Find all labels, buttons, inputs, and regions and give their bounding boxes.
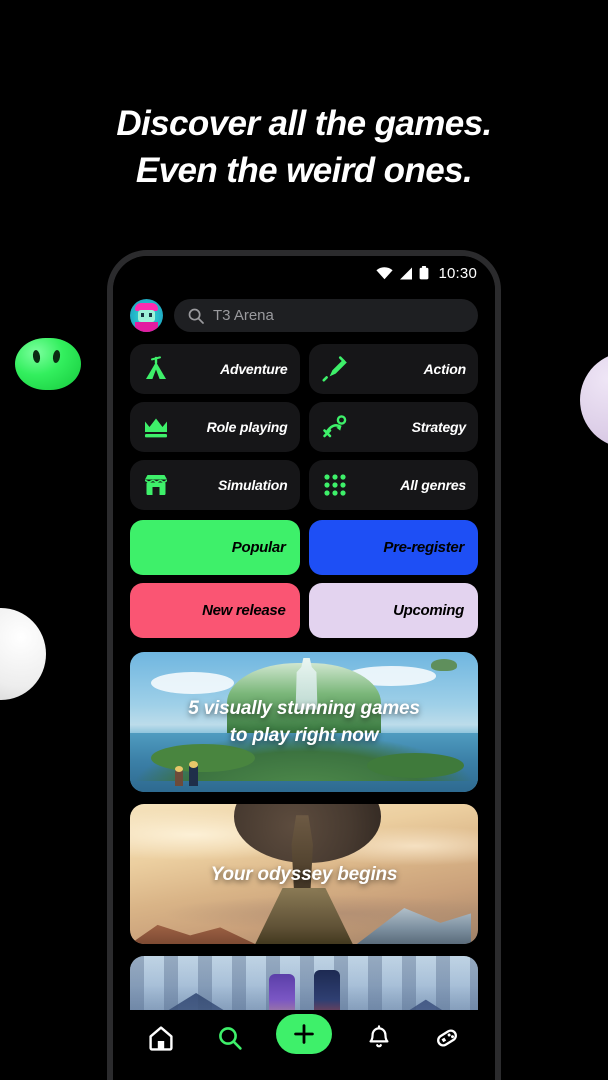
white-sphere [0,608,46,700]
genre-grid: Adventure Action Role playing Strategy S… [113,332,495,510]
add-icon [294,1024,314,1044]
nav-item-notifications[interactable] [357,1018,401,1058]
banner-text: Your odyssey begins [195,861,414,888]
avatar[interactable] [130,299,163,332]
banner-card-stunning-games[interactable]: 5 visually stunning games to play right … [130,652,478,792]
headline-line-1: Discover all the games. [116,104,492,143]
genre-label: Strategy [411,419,467,435]
genre-label: Adventure [220,361,288,377]
genre-item-simulation[interactable]: Simulation [130,460,300,510]
avatar-eye-left [141,313,144,317]
genre-item-adventure[interactable]: Adventure [130,344,300,394]
filter-label: Popular [231,539,286,556]
avatar-eye-right [149,313,152,317]
nav-item-home[interactable] [139,1018,183,1058]
status-clock: 10:30 [438,264,477,282]
banner-list: 5 visually stunning games to play right … [113,638,495,1030]
wifi-icon [376,266,394,279]
shop-icon [144,475,168,495]
genre-label: Simulation [217,477,288,493]
bottom-navigation [113,1010,495,1080]
banner-art-floating-island [431,659,458,671]
sword-icon [322,356,347,382]
genre-item-role-playing[interactable]: Role playing [130,402,300,452]
genre-item-strategy[interactable]: Strategy [308,402,478,452]
filter-popular[interactable]: Popular [130,520,300,575]
green-blob-character [15,338,81,390]
search-row: T3 Arena [113,290,495,332]
banner-line-2: to play right now [229,725,379,746]
promo-screenshot: Discover all the games. Even the weird o… [0,0,608,1080]
signal-icon [400,267,413,279]
search-query-text: T3 Arena [213,307,274,324]
gamepad-icon [437,1029,457,1047]
lavender-sphere [580,352,608,448]
add-button[interactable] [276,1014,332,1054]
genre-label: All genres [400,477,466,493]
tent-icon [146,356,166,379]
status-bar: 10:30 [113,256,495,290]
genre-label: Action [423,361,467,377]
blob-eye-left [32,349,41,364]
search-input[interactable]: T3 Arena [174,299,478,332]
home-icon [149,1026,173,1051]
banner-text: 5 visually stunning games to play right … [172,695,436,749]
filter-label: Pre-register [383,539,464,556]
filter-new-release[interactable]: New release [130,583,300,638]
nav-item-search[interactable] [208,1018,252,1058]
grid-dots-icon [323,474,346,496]
filter-pre-register[interactable]: Pre-register [308,520,478,575]
phone-frame: 10:30 T3 Arena Adventure Action Role pla… [107,250,501,1080]
genre-item-all-genres[interactable]: All genres [308,460,478,510]
genre-item-action[interactable]: Action [308,344,478,394]
banner-line-1: 5 visually stunning games [188,698,420,719]
page-title: Discover all the games. Even the weird o… [0,100,608,194]
filter-pills: Popular Pre-register New release Upcomin… [113,510,495,638]
tactics-icon [322,415,346,438]
bell-icon [369,1025,388,1048]
crown-icon [145,418,167,438]
genre-label: Role playing [206,419,288,435]
headline-line-2: Even the weird ones. [135,151,473,190]
banner-art-isle [366,752,465,778]
filter-upcoming[interactable]: Upcoming [308,583,478,638]
banner-card-odyssey[interactable]: Your odyssey begins [130,804,478,944]
phone-screen: 10:30 T3 Arena Adventure Action Role pla… [113,256,495,1080]
nav-item-library[interactable] [425,1018,469,1058]
search-icon [218,1027,242,1050]
avatar-body [135,322,158,332]
filter-label: New release [202,602,286,619]
banner-line-1: Your odyssey begins [210,863,398,885]
battery-icon [420,266,429,280]
search-icon [188,308,204,324]
filter-label: Upcoming [393,602,464,619]
banner-art-cloud [150,671,235,694]
blob-eye-right [52,349,61,364]
